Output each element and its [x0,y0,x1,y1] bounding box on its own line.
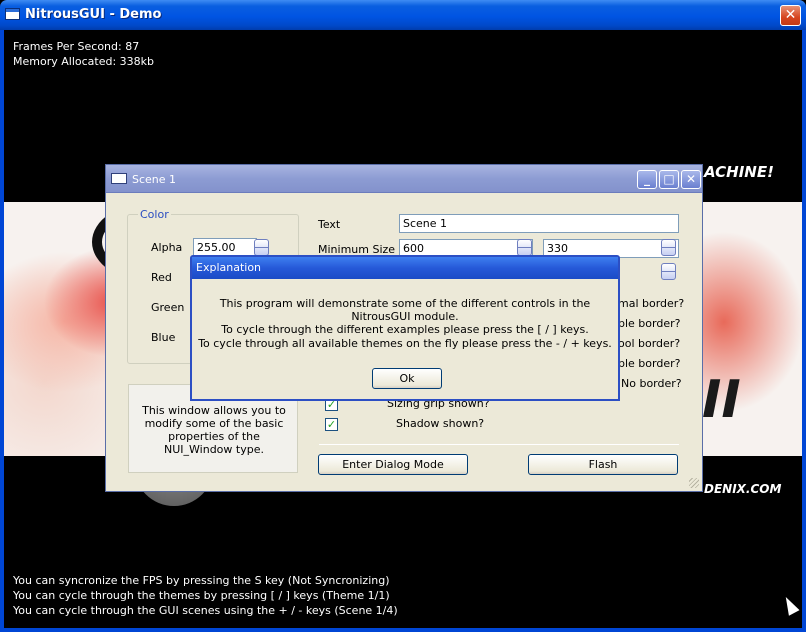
scene-titlebar[interactable]: Scene 1 _ □ ✕ [106,165,702,193]
app-titlebar: NitrousGUI - Demo ✕ [0,0,806,30]
dialog-message-line-2: To cycle through the different examples … [221,323,589,336]
memory-readout: Memory Allocated: 338kb [13,55,155,68]
explanation-dialog[interactable]: Explanation This program will demonstrat… [190,255,620,401]
enter-dialog-mode-button[interactable]: Enter Dialog Mode [318,454,468,475]
background-logo-glyph: II [702,370,741,430]
sizable-border-option[interactable]: ble border? [618,317,680,330]
minimize-button[interactable]: _ [637,170,657,189]
dialog-message-line-1: This program will demonstrate some of th… [219,297,591,323]
background-site-text: DENIX.COM [704,482,782,496]
mouse-cursor-icon [780,594,800,616]
no-border-option[interactable]: No border? [621,377,682,390]
dialog-title: Explanation [196,261,262,274]
sizable-tool-border-option[interactable]: ble border? [618,357,680,370]
app-close-button[interactable]: ✕ [780,5,801,26]
app-title: NitrousGUI - Demo [25,7,162,22]
max-height-spinner[interactable] [661,263,676,280]
alpha-label: Alpha [151,241,183,254]
min-height-spinner[interactable] [661,239,676,256]
color-group-legend: Color [138,208,171,221]
alpha-spinner[interactable] [254,239,269,256]
window-text-input[interactable]: Scene 1 [399,214,679,233]
divider [319,444,679,445]
text-label: Text [318,218,341,231]
dialog-titlebar[interactable]: Explanation [192,257,618,279]
app-window-icon [5,8,20,20]
min-width-spinner[interactable] [517,239,532,256]
sizing-grip[interactable] [689,478,699,488]
window-icon [111,173,127,184]
scene-close-button[interactable]: ✕ [681,170,701,189]
window-frame-bottom [0,628,806,632]
dialog-message-line-3: To cycle through all available themes on… [198,337,612,350]
stats-overlay: Frames Per Second: 87 Memory Allocated: … [13,39,154,69]
shadow-label: Shadow shown? [396,417,485,430]
maximize-button[interactable]: □ [659,170,679,189]
scene-hint: You can cycle through the GUI scenes usi… [13,604,398,617]
hints-overlay: You can syncronize the FPS by pressing t… [13,573,398,618]
shadow-checkbox[interactable]: ✓ [325,418,338,431]
fps-sync-hint: You can syncronize the FPS by pressing t… [13,574,390,587]
window-frame-right [802,30,806,632]
normal-border-option[interactable]: mal border? [618,297,684,310]
fps-readout: Frames Per Second: 87 [13,40,140,53]
green-label: Green [151,301,185,314]
flash-button[interactable]: Flash [528,454,678,475]
description-text: This window allows you to modify some of… [142,404,286,456]
tool-border-option[interactable]: ool border? [618,337,680,350]
ok-button[interactable]: Ok [372,368,442,389]
render-canvas: Frames Per Second: 87 Memory Allocated: … [4,30,802,628]
scene-title: Scene 1 [132,173,177,186]
theme-hint: You can cycle through the themes by pres… [13,589,390,602]
background-logo-text: ACHINE! [704,163,774,181]
blue-label: Blue [151,331,176,344]
red-label: Red [151,271,172,284]
